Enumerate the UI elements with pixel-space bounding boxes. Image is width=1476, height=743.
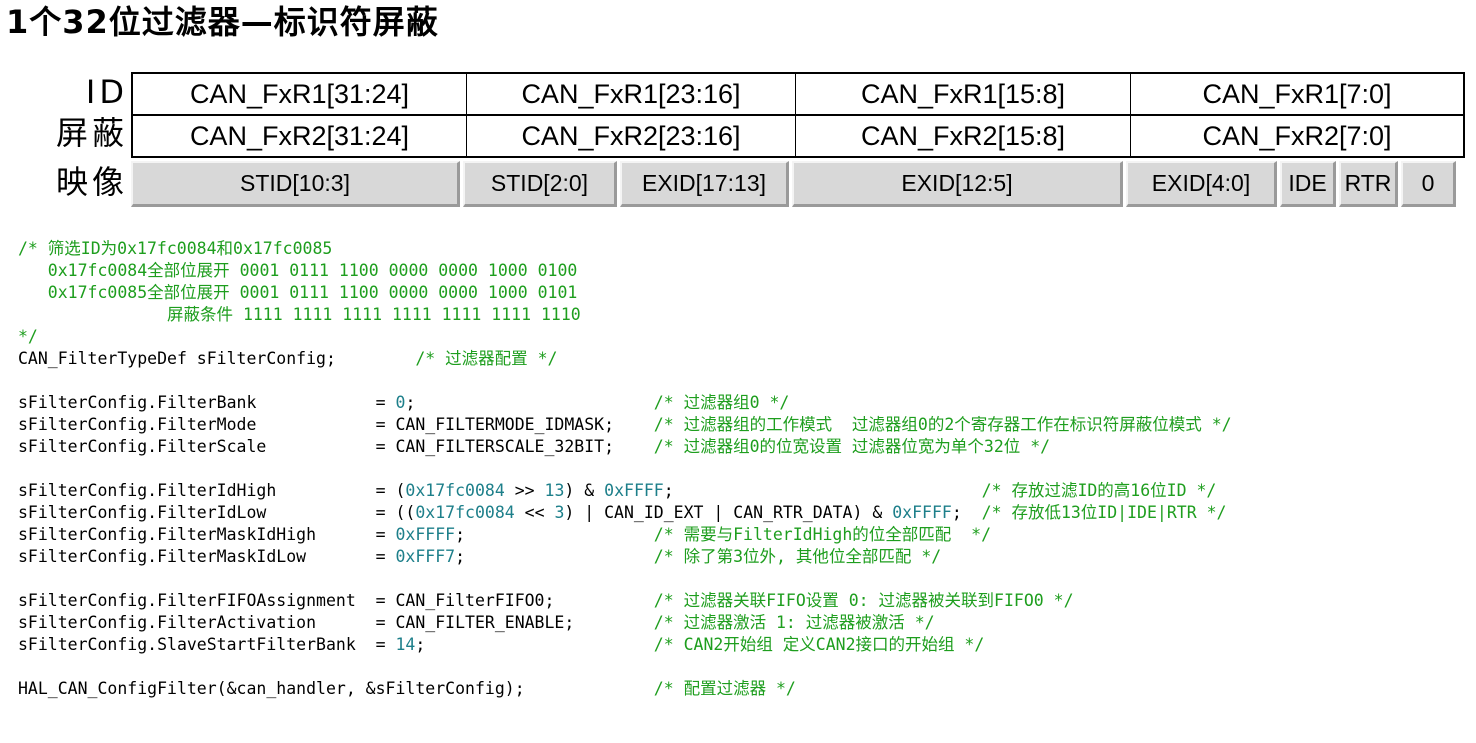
- page-title: 1个32位过滤器—标识符屏蔽: [6, 3, 439, 41]
- row-label-id: ID: [85, 73, 128, 111]
- code-block: /* 筛选ID为0x17fc0084和0x17fc0085 0x17fc0084…: [18, 238, 1232, 700]
- code-line: /* 筛选ID为0x17fc0084和0x17fc0085: [18, 238, 1232, 260]
- code-text: ;: [663, 481, 982, 500]
- code-line: sFilterConfig.FilterIdHigh = (0x17fc0084…: [18, 480, 1232, 502]
- code-number: 3: [554, 503, 565, 522]
- code-text: ;: [415, 635, 654, 654]
- mask-register-cell: CAN_FxR2[31:24]: [189, 120, 410, 151]
- mapping-cell: RTR: [1339, 161, 1398, 207]
- code-number: 0xFFFF: [395, 525, 456, 544]
- code-text: sFilterConfig.FilterActivation = CAN_FIL…: [18, 613, 654, 632]
- code-comment: /* 配置过滤器 */: [653, 679, 796, 698]
- code-line: sFilterConfig.FilterMaskIdHigh = 0xFFFF;…: [18, 524, 1232, 546]
- mask-register-row: CAN_FxR2[31:24] CAN_FxR2[23:16] CAN_FxR2…: [133, 114, 1463, 156]
- id-register-row: CAN_FxR1[31:24] CAN_FxR1[23:16] CAN_FxR1…: [133, 74, 1463, 114]
- code-text: ;: [455, 525, 654, 544]
- mask-register-cell: CAN_FxR2[23:16]: [466, 116, 795, 156]
- code-comment: /* 过滤器激活 1: 过滤器被激活 */: [653, 613, 935, 632]
- code-line: CAN_FilterTypeDef sFilterConfig; /* 过滤器配…: [18, 348, 1232, 370]
- code-comment: */: [18, 327, 38, 346]
- code-text: ) | CAN_ID_EXT | CAN_RTR_DATA) &: [564, 503, 893, 522]
- code-comment: /* 过滤器组0的位宽设置 过滤器位宽为单个32位 */: [653, 437, 1051, 456]
- id-register-cell: CAN_FxR1[23:16]: [466, 74, 795, 114]
- code-line: sFilterConfig.FilterBank = 0; /* 过滤器组0 *…: [18, 392, 1232, 414]
- code-line: sFilterConfig.FilterMode = CAN_FILTERMOD…: [18, 414, 1232, 436]
- code-text: sFilterConfig.FilterIdLow = ((: [18, 503, 416, 522]
- bit-mapping-row: STID[10:3] STID[2:0] EXID[17:13] EXID[12…: [131, 161, 1467, 207]
- mapping-cell: STID[10:3]: [131, 161, 460, 207]
- code-line: 屏蔽条件 1111 1111 1111 1111 1111 1111 1110: [18, 304, 1232, 326]
- code-text: sFilterConfig.FilterMode = CAN_FILTERMOD…: [18, 415, 654, 434]
- code-text: ;: [405, 393, 654, 412]
- row-label-mask: 屏蔽: [55, 114, 128, 152]
- code-comment: 0x17fc0085全部位展开 0001 0111 1100 0000 0000…: [18, 283, 578, 302]
- code-number: 13: [544, 481, 565, 500]
- code-text: ;: [951, 503, 982, 522]
- code-comment: 0x17fc0084全部位展开 0001 0111 1100 0000 0000…: [18, 261, 578, 280]
- code-number: 0xFFFF: [892, 503, 952, 522]
- mapping-cell: EXID[17:13]: [620, 161, 789, 207]
- code-number: 0xFFFF: [604, 481, 664, 500]
- mask-register-cell: CAN_FxR2[7:0]: [1130, 116, 1463, 156]
- code-comment: /* 筛选ID为0x17fc0084和0x17fc0085: [18, 239, 333, 258]
- code-line: 0x17fc0085全部位展开 0001 0111 1100 0000 0000…: [18, 282, 1232, 304]
- code-number: 0x17fc0084: [405, 481, 505, 500]
- code-comment: /* 过滤器组的工作模式 过滤器组0的2个寄存器工作在标识符屏蔽位模式 */: [653, 415, 1232, 434]
- code-text: sFilterConfig.FilterIdHigh = (: [18, 481, 406, 500]
- mapping-cell: EXID[12:5]: [792, 161, 1123, 207]
- code-text: sFilterConfig.FilterMaskIdLow =: [18, 547, 396, 566]
- mapping-cell: STID[2:0]: [463, 161, 617, 207]
- id-register-cell: CAN_FxR1[31:24]: [189, 78, 410, 109]
- code-number: 14: [395, 635, 416, 654]
- code-text: CAN_FilterTypeDef sFilterConfig;: [18, 349, 416, 368]
- mapping-cell: 0: [1401, 161, 1456, 207]
- code-line: */: [18, 326, 1232, 348]
- code-line: sFilterConfig.SlaveStartFilterBank = 14;…: [18, 634, 1232, 656]
- code-text: <<: [514, 503, 555, 522]
- code-comment: /* 过滤器配置 */: [415, 349, 558, 368]
- code-line: 0x17fc0084全部位展开 0001 0111 1100 0000 0000…: [18, 260, 1232, 282]
- code-line: HAL_CAN_ConfigFilter(&can_handler, &sFil…: [18, 678, 1232, 700]
- code-line: sFilterConfig.FilterScale = CAN_FILTERSC…: [18, 436, 1232, 458]
- id-register-cell: CAN_FxR1[7:0]: [1130, 74, 1463, 114]
- code-comment: /* 存放低13位ID|IDE|RTR */: [981, 503, 1227, 522]
- code-line: sFilterConfig.FilterFIFOAssignment = CAN…: [18, 590, 1232, 612]
- code-text: sFilterConfig.FilterMaskIdHigh =: [18, 525, 396, 544]
- code-line: sFilterConfig.FilterIdLow = ((0x17fc0084…: [18, 502, 1232, 524]
- row-label-map: 映像: [55, 163, 128, 201]
- code-comment: /* 存放过滤ID的高16位ID */: [981, 481, 1217, 500]
- register-table: CAN_FxR1[31:24] CAN_FxR1[23:16] CAN_FxR1…: [131, 72, 1465, 158]
- mapping-cell: IDE: [1280, 161, 1336, 207]
- code-text: HAL_CAN_ConfigFilter(&can_handler, &sFil…: [18, 679, 654, 698]
- code-text: >>: [504, 481, 545, 500]
- code-number: 0xFFF7: [395, 547, 456, 566]
- mask-register-cell: CAN_FxR2[15:8]: [795, 116, 1130, 156]
- code-comment: /* 过滤器关联FIFO设置 0: 过滤器被关联到FIFO0 */: [653, 591, 1074, 610]
- mapping-cell: EXID[4:0]: [1126, 161, 1277, 207]
- code-line: sFilterConfig.FilterMaskIdLow = 0xFFF7; …: [18, 546, 1232, 568]
- code-text: ;: [455, 547, 654, 566]
- code-comment: 屏蔽条件 1111 1111 1111 1111 1111 1111 1110: [18, 305, 581, 324]
- code-text: ) &: [564, 481, 605, 500]
- code-number: 0: [395, 393, 406, 412]
- code-text: sFilterConfig.FilterFIFOAssignment = CAN…: [18, 591, 654, 610]
- id-register-cell: CAN_FxR1[15:8]: [795, 74, 1130, 114]
- code-comment: /* 除了第3位外, 其他位全部匹配 */: [653, 547, 942, 566]
- code-number: 0x17fc0084: [415, 503, 515, 522]
- code-comment: /* 过滤器组0 */: [653, 393, 790, 412]
- code-text: sFilterConfig.FilterBank =: [18, 393, 396, 412]
- code-comment: /* CAN2开始组 定义CAN2接口的开始组 */: [653, 635, 985, 654]
- code-text: sFilterConfig.FilterScale = CAN_FILTERSC…: [18, 437, 654, 456]
- code-line: sFilterConfig.FilterActivation = CAN_FIL…: [18, 612, 1232, 634]
- code-comment: /* 需要与FilterIdHigh的位全部匹配 */: [653, 525, 992, 544]
- code-text: sFilterConfig.SlaveStartFilterBank =: [18, 635, 396, 654]
